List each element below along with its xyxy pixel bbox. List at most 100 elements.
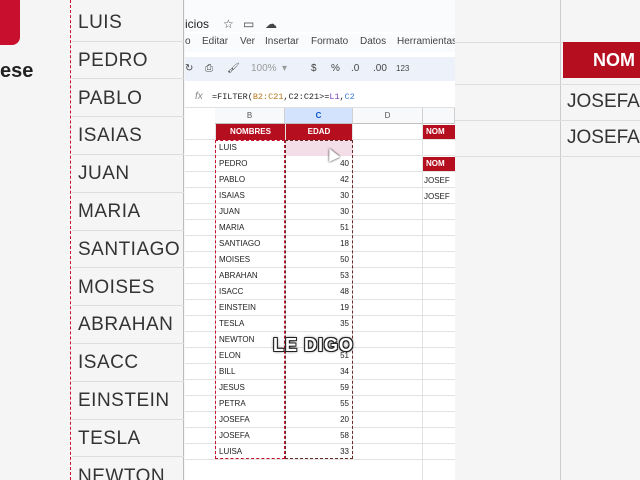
background-left-zoom: ese LUIS PEDRO PABLO ISAIAS JUAN MARIA SANTIAG… <box>0 0 185 480</box>
cloud-icon[interactable]: ☁ <box>265 17 277 31</box>
name-cell[interactable]: LUISA <box>215 444 285 460</box>
menu-view[interactable]: Ver <box>240 36 255 47</box>
menu-insert[interactable]: Insertar <box>265 36 299 47</box>
age-cell[interactable]: 20 <box>285 412 353 428</box>
spreadsheet-app: icios ☆ ▭ ☁ o Editar Ver Insertar Format… <box>185 0 455 480</box>
age-cell[interactable]: 59 <box>285 380 353 396</box>
decrease-decimal-button[interactable]: .0 <box>351 63 359 74</box>
age-cell[interactable]: 58 <box>285 428 353 444</box>
row-divider <box>455 156 640 157</box>
column-header-d[interactable]: D <box>353 108 423 124</box>
logo <box>0 0 20 45</box>
caption-overlay: LE DIGO <box>273 335 355 355</box>
name-cell[interactable]: ISACC <box>215 284 285 300</box>
name-cell[interactable]: PABLO <box>215 172 285 188</box>
table-row: MOISES 50 <box>185 252 455 268</box>
bg-header-cell: NOM <box>563 42 640 78</box>
name-cell[interactable]: EINSTEIN <box>215 300 285 316</box>
increase-decimal-button[interactable]: .00 <box>373 63 387 74</box>
header-cell-age[interactable]: EDAD <box>285 124 353 140</box>
age-cell[interactable]: 19 <box>285 300 353 316</box>
print-icon[interactable]: ⎙ <box>205 63 213 74</box>
toolbar: ↻ ⎙ 🖌 100% ▾ $ % .0 .00 123 <box>185 57 455 81</box>
paint-format-icon[interactable]: 🖌 <box>227 63 240 74</box>
bg-name-cell: MARIA <box>72 193 184 231</box>
percent-button[interactable]: % <box>331 63 340 74</box>
name-cell[interactable]: JOSEFA <box>215 412 285 428</box>
chevron-down-icon[interactable]: ▾ <box>282 63 287 74</box>
name-cell[interactable]: PETRA <box>215 396 285 412</box>
bg-name-cell: PEDRO <box>72 42 184 80</box>
age-cell[interactable]: 30 <box>285 188 353 204</box>
bg-name-cell: JUAN <box>72 155 184 193</box>
bg-name-cell: ISAIAS <box>72 117 184 155</box>
menu-format[interactable]: Formato <box>311 36 348 47</box>
table-row: ISAIAS 30 <box>185 188 455 204</box>
table-row: PABLO 42 <box>185 172 455 188</box>
formula-bar[interactable]: fx =FILTER(B2:C21,C2:C21>=L1,C2 <box>185 87 455 108</box>
table-row: JESUS 59 <box>185 380 455 396</box>
name-cell[interactable]: SANTIAGO <box>215 236 285 252</box>
table-row: JOSEFA 58 <box>185 428 455 444</box>
fx-icon: fx <box>195 91 203 102</box>
redo-icon[interactable]: ↻ <box>185 63 193 74</box>
name-cell[interactable]: LUIS <box>215 140 285 156</box>
bg-name-cell: PABLO <box>72 80 184 118</box>
result-header: NOM <box>423 125 455 139</box>
table-row: ISACC 48 <box>185 284 455 300</box>
bg-name-cell: EINSTEIN <box>72 382 184 420</box>
number-format-button[interactable]: 123 <box>396 64 409 73</box>
age-cell[interactable]: 48 <box>285 284 353 300</box>
age-cell[interactable]: 33 <box>285 444 353 460</box>
name-cell[interactable]: ISAIAS <box>215 188 285 204</box>
logo-text: ese <box>0 60 34 82</box>
age-cell[interactable]: 30 <box>285 204 353 220</box>
formula-text[interactable]: =FILTER(B2:C21,C2:C21>=L1,C2 <box>212 92 355 102</box>
bg-name-cell: ABRAHAN <box>72 306 184 344</box>
header-cell-names[interactable]: NOMBRES <box>215 124 285 140</box>
table-row: TESLA 35 <box>185 316 455 332</box>
age-cell[interactable]: 34 <box>285 364 353 380</box>
result-value: JOSEF <box>424 192 450 201</box>
selected-cell-c2[interactable] <box>285 140 353 156</box>
document-title[interactable]: icios <box>185 17 209 31</box>
bg-name-cell: ISACC <box>72 344 184 382</box>
name-cell[interactable]: PEDRO <box>215 156 285 172</box>
name-cell[interactable]: MARIA <box>215 220 285 236</box>
age-cell[interactable]: 55 <box>285 396 353 412</box>
name-cell[interactable]: JOSEFA <box>215 428 285 444</box>
star-icon[interactable]: ☆ <box>223 17 234 31</box>
menu-tools[interactable]: Herramientas <box>397 36 455 47</box>
age-cell[interactable]: 42 <box>285 172 353 188</box>
name-cell[interactable]: JESUS <box>215 380 285 396</box>
column-header-c[interactable]: C <box>285 108 353 124</box>
name-cell[interactable]: TESLA <box>215 316 285 332</box>
table-row: MARIA 51 <box>185 220 455 236</box>
zoom-select[interactable]: 100% <box>251 63 277 74</box>
result-value: JOSEF <box>424 176 450 185</box>
name-cell[interactable]: JUAN <box>215 204 285 220</box>
header-row: NOMBRES EDAD <box>185 124 455 140</box>
background-right-zoom: NOM JOSEFA JOSEFA <box>455 0 640 480</box>
table-row: JUAN 30 <box>185 204 455 220</box>
age-cell[interactable]: 53 <box>285 268 353 284</box>
name-cell[interactable]: ABRAHAN <box>215 268 285 284</box>
age-cell[interactable]: 18 <box>285 236 353 252</box>
age-cell[interactable]: 35 <box>285 316 353 332</box>
name-cell[interactable]: MOISES <box>215 252 285 268</box>
age-cell[interactable]: 50 <box>285 252 353 268</box>
folder-icon[interactable]: ▭ <box>243 17 254 31</box>
column-header-e[interactable] <box>423 108 455 124</box>
menu-edit[interactable]: Editar <box>202 36 228 47</box>
currency-button[interactable]: $ <box>311 63 317 74</box>
table-row: PEDRO 40 <box>185 156 455 172</box>
age-cell[interactable]: 40 <box>285 156 353 172</box>
bg-value-cell: JOSEFA <box>567 127 640 148</box>
bg-name-cell: SANTIAGO <box>72 231 184 269</box>
menu-file[interactable]: o <box>185 36 191 47</box>
name-cell[interactable]: BILL <box>215 364 285 380</box>
age-cell[interactable]: 51 <box>285 220 353 236</box>
column-header-b[interactable]: B <box>215 108 285 124</box>
menu-data[interactable]: Datos <box>360 36 386 47</box>
table-row: JOSEFA 20 <box>185 412 455 428</box>
